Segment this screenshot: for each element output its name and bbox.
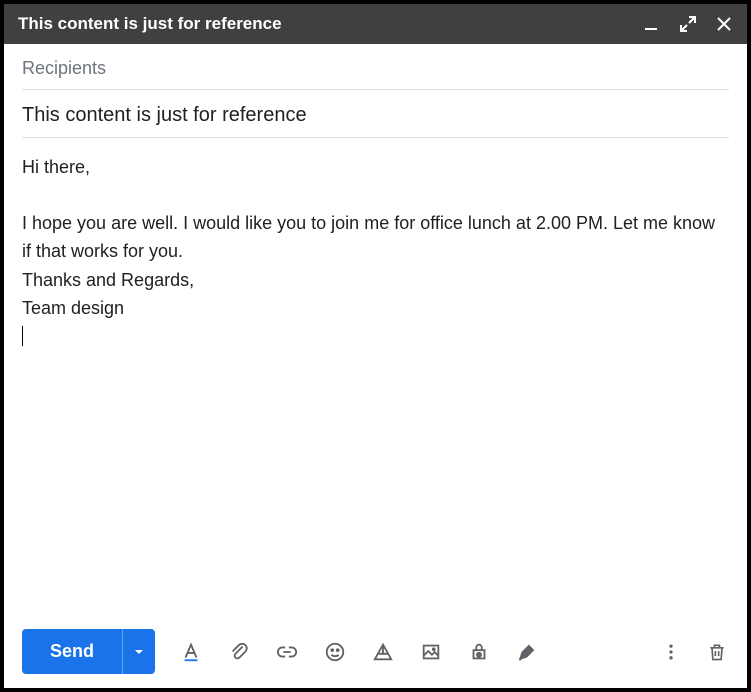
pen-icon[interactable] — [515, 640, 539, 664]
minimize-icon[interactable] — [643, 15, 661, 33]
trash-icon[interactable] — [705, 640, 729, 664]
recipients-placeholder: Recipients — [22, 58, 106, 78]
formatting-icons — [179, 640, 659, 664]
image-icon[interactable] — [419, 640, 443, 664]
text-format-icon[interactable] — [179, 640, 203, 664]
send-button[interactable]: Send — [22, 629, 122, 674]
body-greeting: Hi there, — [22, 154, 729, 182]
text-cursor — [22, 326, 23, 346]
emoji-icon[interactable] — [323, 640, 347, 664]
compose-toolbar: Send — [4, 619, 747, 688]
close-icon[interactable] — [715, 15, 733, 33]
more-options-icon[interactable] — [659, 640, 683, 664]
window-title-bar: This content is just for reference — [4, 4, 747, 44]
window-controls — [643, 15, 733, 33]
send-options-button[interactable] — [122, 629, 155, 674]
message-body[interactable]: Hi there, I hope you are well. I would l… — [22, 138, 729, 619]
toolbar-right — [659, 640, 729, 664]
body-signoff-1: Thanks and Regards, — [22, 266, 729, 295]
compose-content: Recipients This content is just for refe… — [4, 44, 747, 619]
drive-icon[interactable] — [371, 640, 395, 664]
body-signoff-2: Team design — [22, 294, 729, 323]
confidential-icon[interactable] — [467, 640, 491, 664]
subject-field[interactable]: This content is just for reference — [22, 90, 729, 138]
expand-icon[interactable] — [679, 15, 697, 33]
window-title: This content is just for reference — [18, 14, 282, 34]
recipients-field[interactable]: Recipients — [22, 44, 729, 90]
send-button-group: Send — [22, 629, 155, 674]
attach-icon[interactable] — [227, 640, 251, 664]
subject-text: This content is just for reference — [22, 104, 307, 126]
body-paragraph: I hope you are well. I would like you to… — [22, 210, 729, 266]
link-icon[interactable] — [275, 640, 299, 664]
